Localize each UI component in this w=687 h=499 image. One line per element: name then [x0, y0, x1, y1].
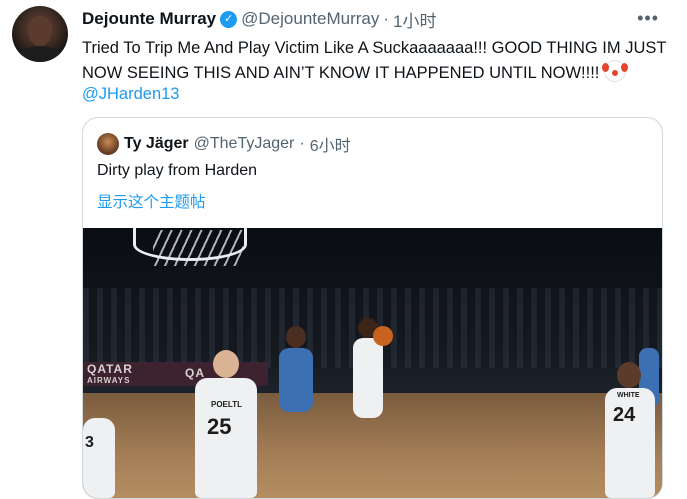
player-head	[617, 362, 641, 388]
jersey-number: 3	[85, 434, 94, 451]
jersey-name: WHITE	[617, 392, 640, 399]
quoted-tweet-header: Ty Jäger @TheTyJager · 6小时	[97, 132, 351, 156]
video-player-3: 3	[83, 418, 115, 498]
quoted-tweet[interactable]: Ty Jäger @TheTyJager · 6小时 Dirty play fr…	[82, 117, 663, 499]
video-player-shooter	[353, 318, 383, 418]
jersey-number: 24	[613, 404, 636, 426]
header-separator: ·	[383, 9, 390, 28]
jersey-number: 25	[207, 414, 232, 439]
ad-board-text-left: QATAR AIRWAYS	[87, 362, 133, 386]
verified-badge-icon: ✓	[220, 10, 238, 28]
video-player-24: WHITE 24	[605, 362, 655, 498]
quoted-tweet-timestamp[interactable]: 6小时	[310, 132, 351, 156]
jersey-name: POELTL	[211, 400, 242, 409]
video-basketball	[373, 326, 393, 346]
quoted-author-display-name[interactable]: Ty Jäger	[124, 135, 189, 153]
mention-link[interactable]: @JHarden13	[82, 85, 179, 103]
video-rim	[133, 228, 247, 261]
author-display-name[interactable]: Dejounte Murray	[82, 9, 216, 29]
quoted-author-avatar[interactable]	[97, 133, 119, 155]
quoted-video[interactable]: QATAR AIRWAYS QA POELTL 25 WHITE 24 3	[83, 228, 662, 498]
author-handle[interactable]: @DejounteMurray	[241, 9, 379, 29]
avatar-shirt	[18, 46, 62, 62]
clown-face-emoji-icon	[601, 60, 626, 82]
author-avatar[interactable]	[12, 6, 68, 62]
player-head	[213, 350, 239, 378]
show-thread-link[interactable]: 显示这个主题帖	[97, 190, 206, 212]
tweet-header: Dejounte Murray ✓ @DejounteMurray · 1小时	[82, 7, 436, 32]
ad-board-text-right: QA	[185, 366, 205, 380]
mention-line: @JHarden13	[82, 82, 179, 106]
player-head	[286, 326, 306, 348]
ad-board-brand: QATAR	[87, 362, 133, 376]
tweet-card[interactable]: Dejounte Murray ✓ @DejounteMurray · 1小时 …	[0, 0, 687, 499]
more-options-icon[interactable]: •••	[637, 8, 659, 29]
tweet-body: Tried To Trip Me And Play Victim Like A …	[82, 36, 672, 85]
quoted-header-separator: ·	[299, 135, 305, 152]
ad-board-sub: AIRWAYS	[87, 376, 131, 385]
quoted-tweet-text: Dirty play from Harden	[97, 162, 258, 179]
tweet-text: Tried To Trip Me And Play Victim Like A …	[82, 39, 667, 82]
avatar-face	[28, 16, 52, 46]
quoted-author-handle[interactable]: @TheTyJager	[194, 135, 295, 153]
video-player-blue	[279, 326, 313, 412]
video-player-25: POELTL 25	[195, 350, 257, 498]
tweet-timestamp[interactable]: 1小时	[393, 7, 436, 32]
